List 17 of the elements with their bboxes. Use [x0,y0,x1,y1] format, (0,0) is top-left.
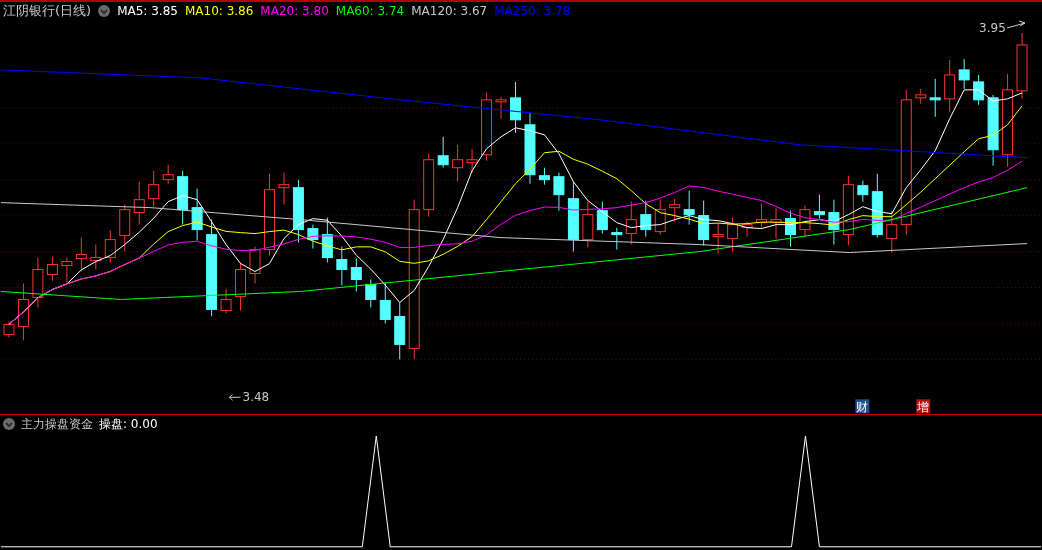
indicator-title: 主力操盘资金 [21,415,93,433]
chart-title: 江阴银行(日线) [3,2,92,20]
indicator-reading: 操盘: 0.00 [99,415,158,433]
dropdown-icon[interactable] [3,418,15,431]
arrow-icon [1006,20,1026,29]
dropdown-icon[interactable] [98,5,111,17]
low-price-label: 3.48 [242,390,270,405]
arrow-icon [229,393,242,401]
moving-average-value: MA20: 3.80 [260,4,329,18]
moving-average-value: MA5: 3.85 [117,4,178,18]
event-marker: 财 [855,399,870,415]
moving-average-value: MA250: 3.78 [494,4,571,18]
event-marker: 增 [916,399,931,415]
moving-average-value: MA120: 3.67 [411,4,488,18]
moving-average-value: MA60: 3.74 [335,4,405,18]
high-price-label: 3.95 [979,21,1006,35]
moving-average-value: MA10: 3.86 [184,4,254,18]
